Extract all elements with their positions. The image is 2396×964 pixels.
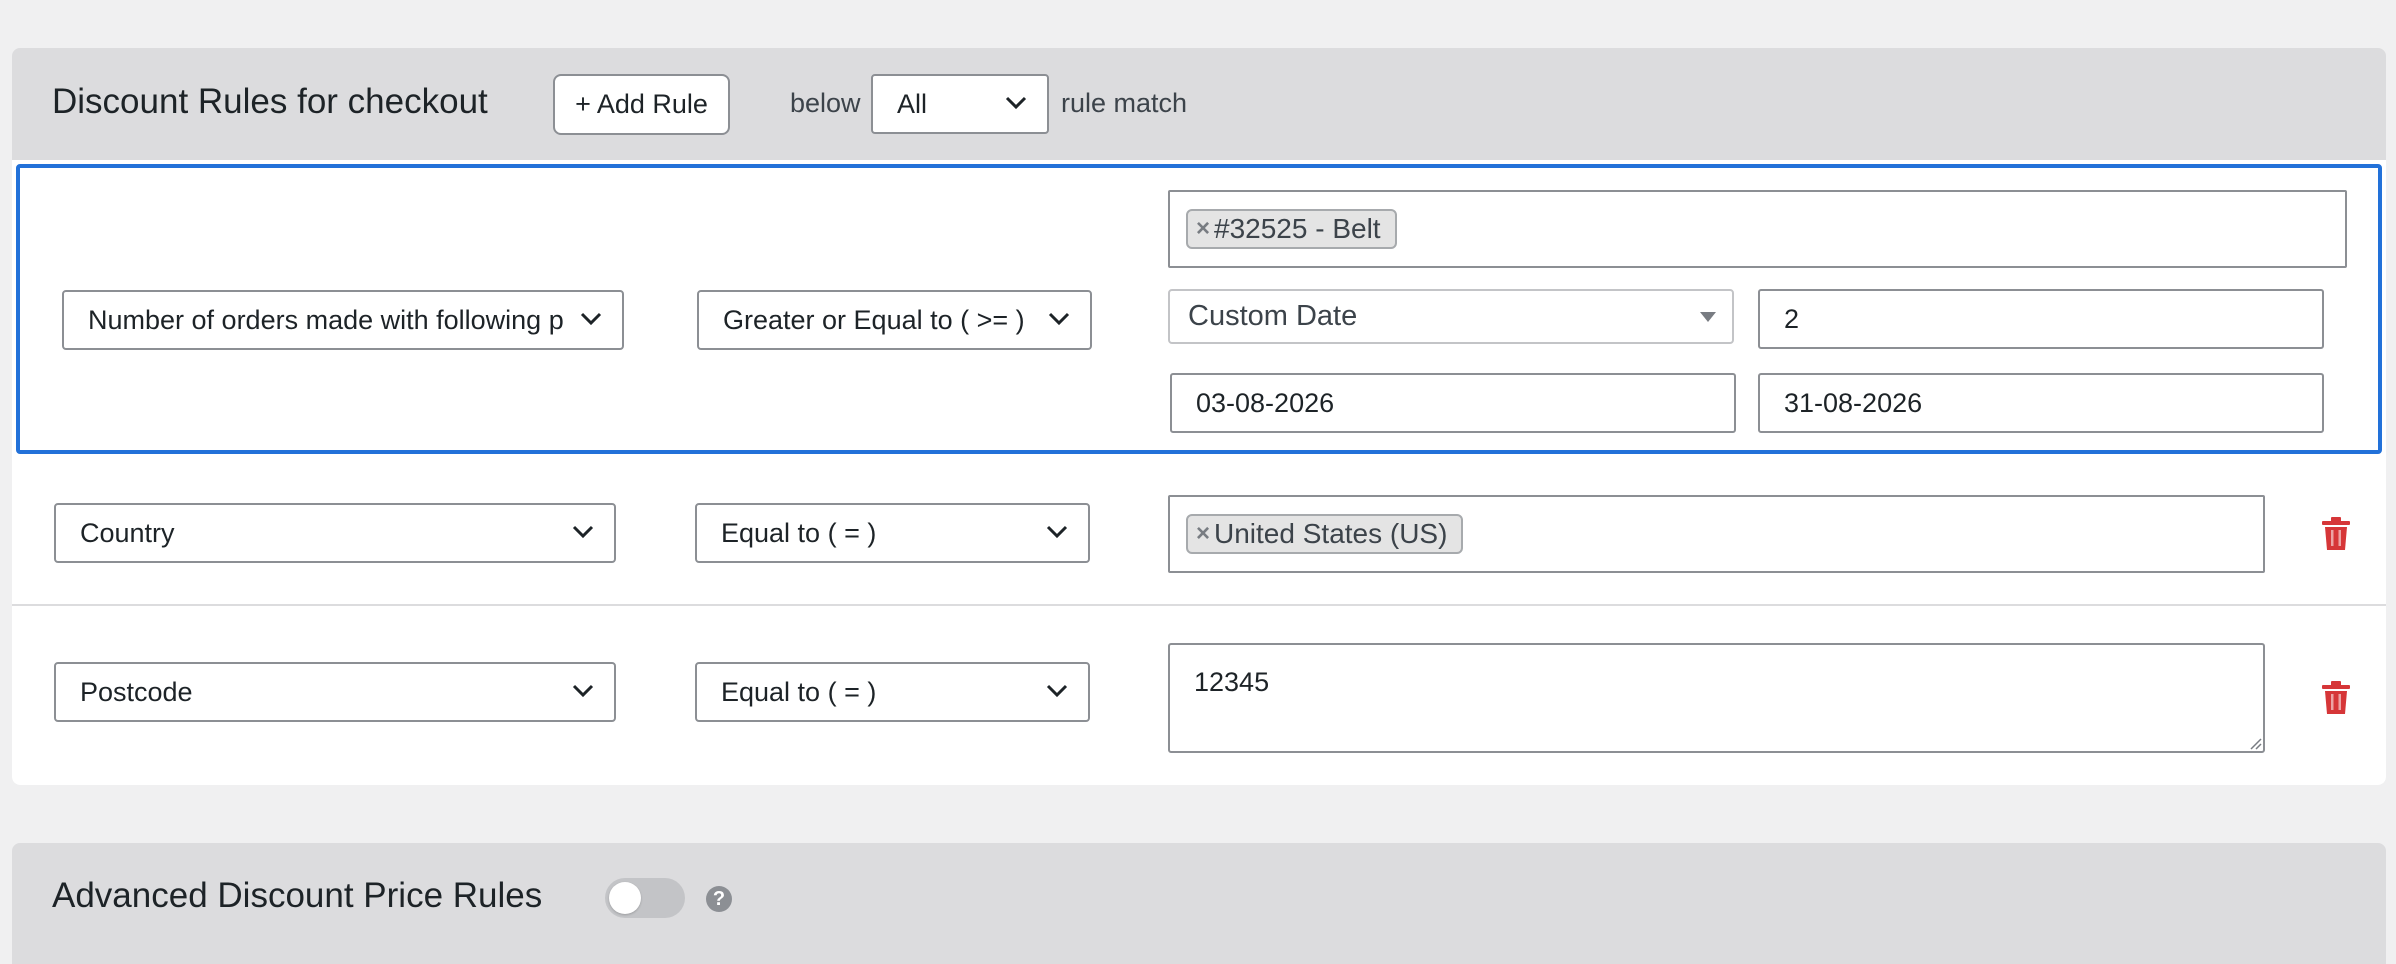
chevron-down-icon	[1048, 304, 1070, 326]
advanced-rules-panel: Advanced Discount Price Rules ?	[12, 843, 2386, 964]
help-icon[interactable]: ?	[706, 886, 732, 912]
condition-value: Country	[80, 517, 175, 548]
chevron-down-icon	[572, 517, 594, 539]
rule-row-country: Country Equal to ( = ) × United States (…	[12, 460, 2386, 606]
operator-select[interactable]: Greater or Equal to ( >= )	[697, 290, 1092, 350]
country-tag: × United States (US)	[1186, 514, 1464, 554]
condition-value: Number of orders made with following p	[88, 304, 564, 335]
postcode-textarea[interactable]: 12345	[1168, 643, 2265, 753]
chevron-down-icon	[1046, 676, 1068, 698]
rule-match-value: All	[897, 88, 928, 119]
close-icon[interactable]: ×	[1196, 520, 1210, 548]
chevron-down-icon	[572, 676, 594, 698]
condition-value: Postcode	[80, 676, 193, 707]
rule-row-orders: Number of orders made with following p G…	[16, 164, 2382, 454]
condition-select[interactable]: Country	[54, 503, 616, 563]
date-type-select[interactable]: Custom Date	[1168, 289, 1734, 344]
order-count-input[interactable]: 2	[1758, 289, 2324, 349]
product-tag-label: #32525 - Belt	[1214, 213, 1381, 244]
date-from-input[interactable]: 03-08-2026	[1170, 373, 1736, 433]
order-count-value: 2	[1784, 303, 1800, 334]
advanced-rules-toggle[interactable]	[605, 878, 685, 918]
date-type-value: Custom Date	[1188, 300, 1358, 332]
checkout-rules-title: Discount Rules for checkout	[52, 82, 488, 121]
checkout-rules-header: Discount Rules for checkout + Add Rule b…	[12, 48, 2386, 160]
chevron-down-icon	[1005, 88, 1027, 110]
operator-value: Equal to ( = )	[721, 676, 877, 707]
rule-row-postcode: Postcode Equal to ( = ) 12345	[12, 608, 2386, 785]
rule-match-select[interactable]: All	[871, 74, 1049, 134]
rules-list: Number of orders made with following p G…	[12, 160, 2386, 785]
operator-select[interactable]: Equal to ( = )	[695, 662, 1090, 722]
chevron-down-icon	[1046, 517, 1068, 539]
country-tag-label: United States (US)	[1214, 518, 1448, 549]
advanced-rules-title: Advanced Discount Price Rules	[52, 876, 543, 915]
date-from-value: 03-08-2026	[1196, 387, 1335, 418]
operator-select[interactable]: Equal to ( = )	[695, 503, 1090, 563]
product-multiselect[interactable]: × #32525 - Belt	[1168, 190, 2347, 268]
date-to-input[interactable]: 31-08-2026	[1758, 373, 2324, 433]
checkout-rules-panel: Discount Rules for checkout + Add Rule b…	[12, 48, 2386, 785]
trash-icon[interactable]	[2320, 681, 2352, 715]
product-tag: × #32525 - Belt	[1186, 209, 1397, 249]
chevron-down-icon	[580, 304, 602, 326]
date-to-value: 31-08-2026	[1784, 387, 1923, 418]
operator-value: Equal to ( = )	[721, 517, 877, 548]
close-icon[interactable]: ×	[1196, 215, 1210, 243]
add-rule-button[interactable]: + Add Rule	[553, 74, 730, 135]
country-multiselect[interactable]: × United States (US)	[1168, 495, 2265, 573]
condition-select[interactable]: Postcode	[54, 662, 616, 722]
trash-icon[interactable]	[2320, 517, 2352, 551]
condition-select[interactable]: Number of orders made with following p	[62, 290, 624, 350]
resize-grip-icon[interactable]	[2246, 734, 2262, 750]
dropdown-arrow-icon	[1700, 311, 1716, 322]
rule-match-label: rule match	[1061, 88, 1188, 118]
operator-value: Greater or Equal to ( >= )	[723, 304, 1025, 335]
below-label: below	[790, 88, 861, 118]
toggle-knob	[609, 882, 641, 914]
